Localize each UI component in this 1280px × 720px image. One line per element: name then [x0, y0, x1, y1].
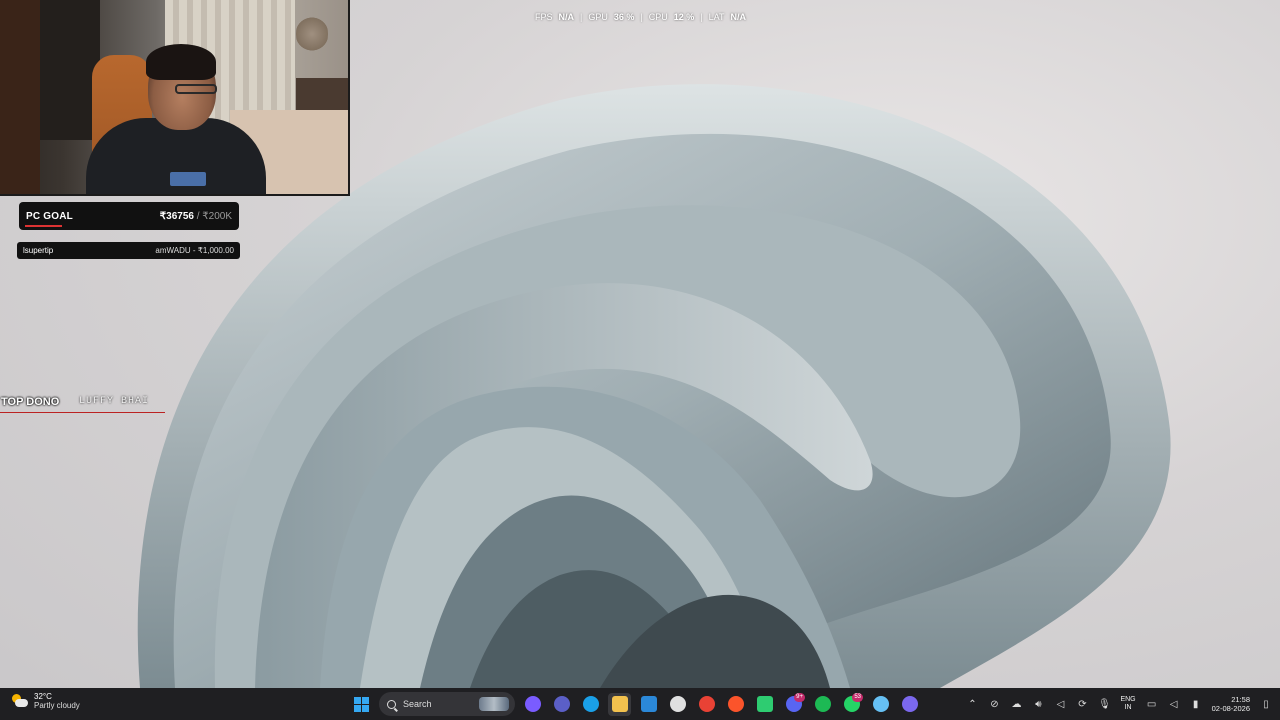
fps-value: N/A [558, 12, 575, 22]
goal-current: ₹36756 [159, 210, 194, 222]
teams-app-button[interactable] [550, 693, 573, 716]
taskbar: 32°C Partly cloudy Search 9+ 53 ⌃ ⊘ ☁ 🔊︎ … [0, 688, 1280, 720]
top-dono-name: LUFFY BHAI [79, 396, 150, 407]
taskbar-search[interactable]: Search [379, 692, 515, 716]
copilot-app-button[interactable] [521, 693, 544, 716]
chevron-up-icon[interactable]: ⌃ [966, 698, 978, 710]
webcam-streamer-hair [146, 44, 216, 80]
search-icon [387, 699, 396, 709]
obs-app-button[interactable] [898, 693, 921, 716]
microphone-icon[interactable]: 🎙︎ [1098, 698, 1111, 710]
stats-separator: | [700, 12, 703, 22]
pinned-apps: 9+ 53 [521, 692, 921, 716]
webcam-feed [0, 0, 350, 196]
fps-label: FPS [535, 12, 553, 22]
terminal-app-button[interactable] [753, 693, 776, 716]
file-explorer-app-button[interactable] [608, 692, 631, 716]
file-explorer-icon [611, 696, 628, 712]
language-indicator[interactable]: ENG IN [1120, 696, 1135, 712]
partly-cloudy-icon [12, 694, 28, 708]
browser-extra-icon [669, 696, 686, 712]
whatsapp-badge: 53 [852, 692, 863, 702]
edge-icon [582, 696, 599, 712]
weather-temp: 32°C [34, 692, 52, 701]
webcam-glasses [175, 84, 217, 94]
gpu-label: GPU [588, 12, 608, 22]
top-dono-underline [0, 412, 165, 413]
webcam-door [0, 0, 40, 194]
whatsapp-app-button[interactable]: 53 [840, 692, 863, 716]
volume-icon[interactable]: ◁ [1168, 698, 1180, 710]
top-dono-label: TOP DONO [1, 396, 60, 408]
tip-label: lsupertip [23, 246, 54, 255]
cpu-label: CPU [648, 12, 668, 22]
brave-app-button[interactable] [724, 693, 747, 716]
goal-target: / ₹200K [193, 210, 232, 222]
teams-icon [553, 696, 570, 712]
notification-mute-icon[interactable]: ⊘ [988, 698, 1000, 710]
search-label: Search [403, 699, 432, 709]
start-button[interactable] [350, 693, 373, 716]
tip-value: amWADU - ₹1,000.00 [155, 246, 234, 255]
sync-icon[interactable]: ⟳ [1076, 698, 1088, 710]
stats-separator: | [640, 12, 643, 22]
store-app-button[interactable] [637, 693, 660, 716]
battery-icon[interactable]: ▮ [1190, 698, 1202, 710]
discord-badge: 9+ [794, 692, 805, 702]
system-tray: ⌃ ⊘ ☁ 🔊︎ ◁ ⟳ 🎙︎ ENG IN ▭ ◁ ▮ 21:58 02-08… [966, 688, 1280, 720]
speaker-alt-icon[interactable]: ◁ [1054, 698, 1066, 710]
store-icon [640, 696, 657, 712]
goal-label: PC GOAL [26, 210, 73, 222]
search-highlight-art [479, 697, 509, 711]
clock-date: 02-08-2026 [1211, 704, 1250, 713]
browser-extra-app-button[interactable] [666, 693, 689, 716]
webcam-shelf [40, 0, 100, 140]
pc-goal-widget: PC GOAL ₹36756 / ₹200K [19, 202, 239, 230]
discord-app-button[interactable]: 9+ [782, 692, 805, 716]
lat-label: LAT [708, 12, 725, 22]
steam-app-button[interactable] [869, 693, 892, 716]
goal-progress-bar [25, 225, 62, 227]
copilot-icon [524, 696, 541, 712]
cloud-icon[interactable]: ☁ [1010, 698, 1022, 710]
weather-condition: Partly cloudy [34, 701, 80, 710]
speaker-icon[interactable]: 🔊︎ [1032, 698, 1044, 710]
latest-tip-widget: lsupertip amWADU - ₹1,000.00 [17, 242, 240, 259]
stats-separator: | [580, 12, 583, 22]
gpu-value: 36 % [613, 12, 635, 22]
lang-bottom: IN [1124, 704, 1132, 711]
lang-top: ENG [1120, 696, 1136, 703]
chrome-app-button[interactable] [695, 693, 718, 716]
spotify-app-button[interactable] [811, 693, 834, 716]
notification-bell-icon[interactable]: ▯ [1260, 698, 1272, 710]
obs-icon [901, 696, 918, 712]
spotify-icon [814, 696, 831, 712]
webcam-wall-decor [296, 12, 328, 56]
steam-icon [872, 696, 889, 712]
weather-widget[interactable]: 32°C Partly cloudy [12, 692, 80, 710]
clock[interactable]: 21:58 02-08-2026 [1212, 695, 1250, 713]
windows-logo-icon [354, 696, 369, 712]
brave-icon [727, 696, 744, 712]
terminal-icon [756, 696, 773, 712]
chrome-icon [698, 696, 715, 712]
performance-stats: FPS N/A | GPU 36 % | CPU 12 % | LAT N/A [535, 10, 746, 24]
lat-value: N/A [730, 12, 746, 22]
webcam-shirt-logo [170, 172, 206, 186]
top-donor-widget: TOP DONO LUFFY BHAI [0, 395, 165, 417]
edge-app-button[interactable] [579, 693, 602, 716]
goal-amount: ₹36756 / ₹200K [160, 211, 232, 222]
network-icon[interactable]: ▭ [1146, 698, 1158, 710]
taskbar-center: Search 9+ 53 [350, 692, 921, 716]
cpu-value: 12 % [673, 12, 695, 22]
clock-time: 21:58 [1231, 695, 1250, 704]
